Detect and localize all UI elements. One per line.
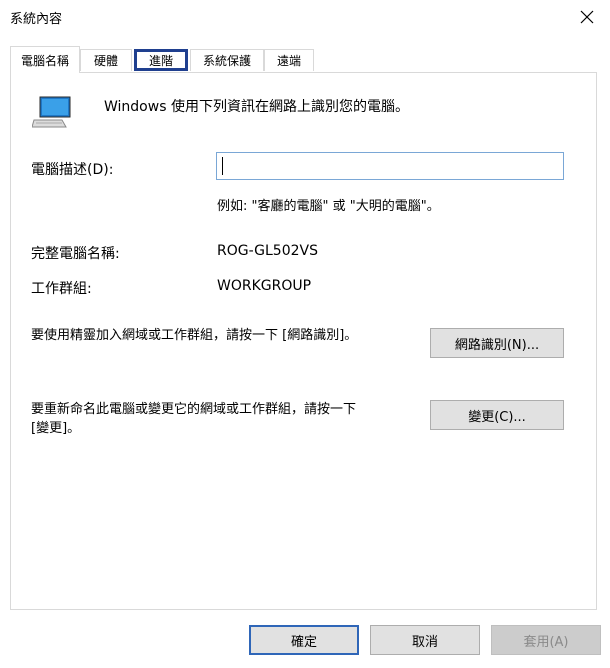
rename-text: 要重新命名此電腦或變更它的網域或工作群組，請按一下 [變更]。: [31, 402, 357, 436]
tab-advanced[interactable]: 進階: [134, 49, 188, 71]
tab-system-protection[interactable]: 系統保護: [190, 49, 264, 71]
system-properties-window: 系統內容 電腦名稱 硬體 進階 系統保護 遠端 Windows 使用下列資訊在網…: [0, 0, 610, 668]
tab-computer-name[interactable]: 電腦名稱: [10, 46, 80, 73]
intro-text: Windows 使用下列資訊在網路上識別您的電腦。: [104, 99, 409, 115]
network-id-button[interactable]: 網路識別(N)...: [430, 328, 564, 358]
full-name-value: ROG-GL502VS: [217, 243, 318, 259]
text-caret: [222, 157, 223, 175]
description-label: 電腦描述(D):: [31, 162, 114, 178]
workgroup-value: WORKGROUP: [217, 278, 312, 294]
computer-icon: [32, 96, 71, 128]
close-icon: [580, 10, 594, 24]
cancel-button[interactable]: 取消: [370, 625, 480, 655]
tab-remote[interactable]: 遠端: [264, 49, 314, 71]
network-id-text: 要使用精靈加入網域或工作群組，請按一下 [網路識別]。: [31, 328, 358, 343]
tab-hardware[interactable]: 硬體: [80, 49, 132, 71]
change-button[interactable]: 變更(C)...: [430, 400, 564, 430]
apply-button[interactable]: 套用(A): [491, 625, 601, 655]
full-name-label: 完整電腦名稱:: [31, 246, 120, 262]
title-bar: 系統內容: [0, 0, 610, 36]
close-button[interactable]: [570, 3, 604, 31]
window-title: 系統內容: [10, 12, 63, 27]
ok-button[interactable]: 確定: [249, 625, 359, 655]
description-example: 例如: "客廳的電腦" 或 "大明的電腦"。: [217, 199, 440, 214]
workgroup-label: 工作群組:: [31, 281, 92, 297]
computer-description-input[interactable]: [216, 152, 564, 180]
